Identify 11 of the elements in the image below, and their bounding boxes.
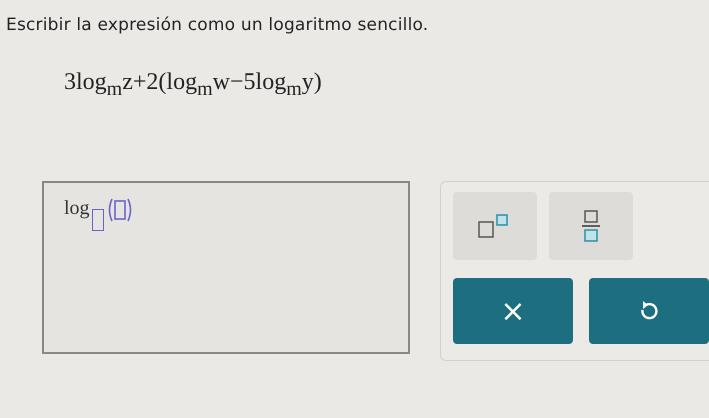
math-expression: 3log$_{m}$z+2(log$_{m}$w−5log$_{m}$y) xyxy=(64,69,323,102)
instruction-text: Escribir la expresión como un logaritmo sencillo. xyxy=(6,15,430,35)
exponent-button[interactable] xyxy=(453,192,537,260)
fraction-button[interactable] xyxy=(549,192,633,260)
fraction-icon xyxy=(580,209,602,243)
argument-placeholder-icon[interactable] xyxy=(106,197,134,223)
log-label: log xyxy=(64,197,90,220)
undo-icon xyxy=(639,300,659,322)
answer-field[interactable]: log xyxy=(42,181,410,354)
base-placeholder-icon[interactable] xyxy=(92,209,104,231)
clear-button[interactable]: × xyxy=(453,278,573,344)
